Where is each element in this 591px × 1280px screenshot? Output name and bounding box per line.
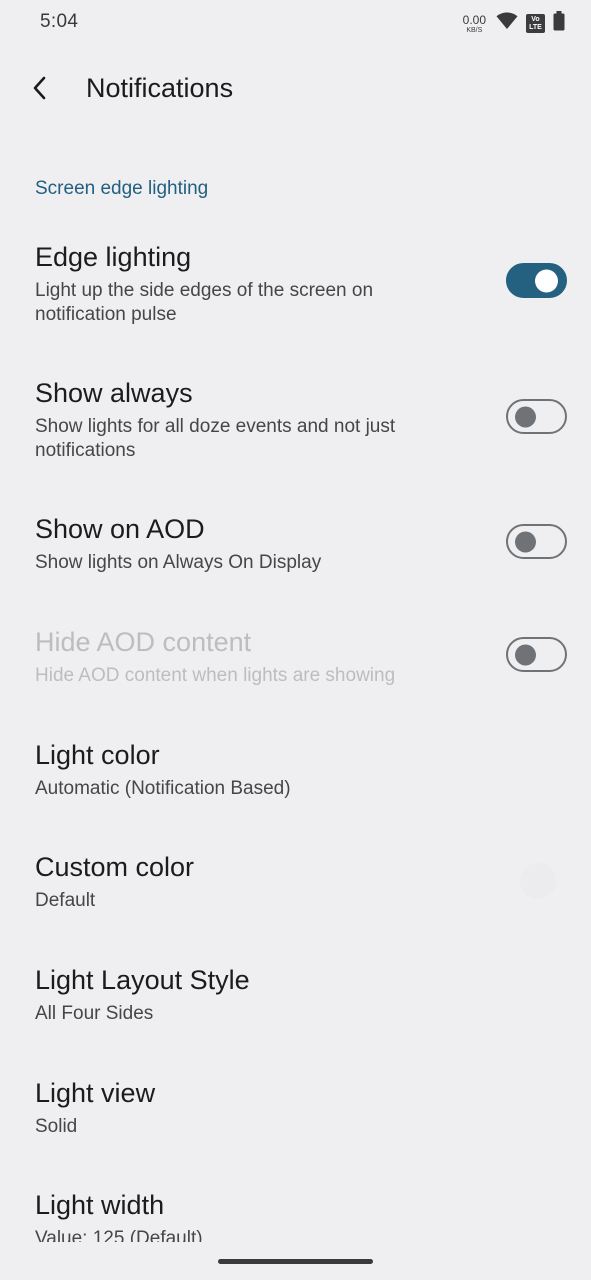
status-time: 5:04 [40, 11, 79, 32]
pref-title: Light color [35, 740, 160, 770]
switch-thumb [515, 644, 536, 665]
show-on-aod-switch[interactable] [506, 524, 567, 559]
pref-summary: Automatic (Notification Based) [35, 778, 291, 799]
pref-show-always[interactable]: Show always Show lights for all doze eve… [0, 364, 591, 484]
pref-summary: Show lights for all doze events and not … [35, 416, 396, 461]
pref-title: Show always [35, 378, 193, 408]
back-button[interactable] [22, 72, 58, 108]
chevron-left-icon [32, 76, 48, 105]
pref-title: Edge lighting [35, 242, 192, 272]
pref-title: Hide AOD content [35, 627, 252, 657]
app-bar: Notifications [0, 60, 591, 120]
pref-show-on-aod[interactable]: Show on AOD Show lights on Always On Dis… [0, 500, 591, 596]
gesture-nav-handle[interactable] [218, 1259, 373, 1264]
pref-light-view[interactable]: Light view Solid [0, 1064, 591, 1160]
switch-thumb [535, 269, 558, 292]
section-header: Screen edge lighting [35, 178, 209, 199]
status-icons: 0.00 KB/S Vo LTE [463, 11, 565, 36]
pref-summary: Solid [35, 1116, 78, 1137]
network-speed-value: 0.00 [462, 12, 486, 27]
pref-light-color[interactable]: Light color Automatic (Notification Base… [0, 726, 591, 822]
switch-thumb [515, 531, 536, 552]
page-title: Notifications [86, 73, 234, 103]
pref-title: Light Layout Style [35, 965, 250, 995]
pref-summary: All Four Sides [35, 1003, 154, 1024]
pref-title: Custom color [35, 852, 195, 882]
switch-thumb [515, 406, 536, 427]
pref-summary: Show lights on Always On Display [35, 552, 322, 573]
pref-custom-color[interactable]: Custom color Default [0, 838, 591, 934]
status-bar: 5:04 0.00 KB/S Vo LTE [0, 0, 591, 46]
battery-icon [553, 11, 565, 36]
network-speed-unit: KB/S [466, 26, 483, 34]
pref-title: Light width [35, 1190, 165, 1220]
pref-title: Light view [35, 1078, 156, 1108]
hide-aod-content-switch [506, 637, 567, 672]
color-preview-swatch [520, 863, 556, 899]
pref-light-layout-style[interactable]: Light Layout Style All Four Sides [0, 951, 591, 1047]
pref-summary: Hide AOD content when lights are showing [35, 665, 396, 686]
edge-lighting-switch[interactable] [506, 263, 567, 298]
pref-hide-aod-content: Hide AOD content Hide AOD content when l… [0, 613, 591, 709]
volte-icon: Vo LTE [526, 14, 545, 33]
show-always-switch[interactable] [506, 399, 567, 434]
pref-summary: Light up the side edges of the screen on… [35, 280, 374, 325]
pref-edge-lighting[interactable]: Edge lighting Light up the side edges of… [0, 228, 591, 348]
pref-title: Show on AOD [35, 514, 205, 544]
volte-top-text: Vo [531, 16, 540, 24]
volte-bottom-text: LTE [529, 23, 542, 31]
wifi-icon [496, 12, 518, 35]
pref-summary: Default [35, 890, 96, 911]
network-speed: 0.00 KB/S [463, 14, 486, 34]
